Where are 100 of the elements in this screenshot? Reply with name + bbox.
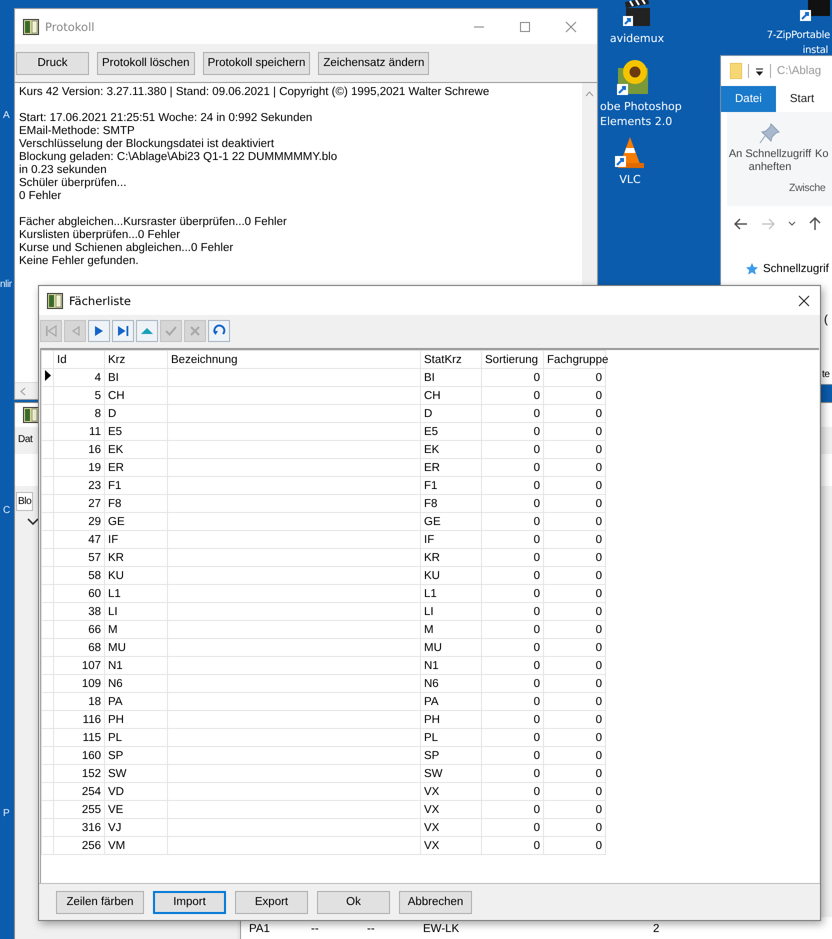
dialog-button[interactable]: Zeilen färben (56, 890, 144, 914)
last-button[interactable] (112, 320, 134, 342)
table-cell: 0 (482, 566, 544, 584)
app-icon (23, 407, 39, 423)
dialog-button[interactable]: Export (235, 890, 308, 914)
dialog-button[interactable]: Abbrechen (399, 890, 472, 914)
ribbon-button[interactable]: Ko (815, 148, 828, 160)
desktop-icon-label[interactable]: nlir (0, 279, 12, 290)
toolbar-button[interactable]: Protokoll löschen (97, 52, 195, 74)
window-title: Protokoll (45, 20, 94, 34)
pin-icon (759, 122, 781, 144)
back-arrow-icon[interactable] (734, 218, 748, 230)
table-cell: 27 (54, 494, 104, 512)
dialog-button[interactable]: Ok (317, 890, 390, 914)
insert-button[interactable] (136, 320, 158, 342)
column-header[interactable]: Fachgruppe (544, 350, 606, 368)
table-cell: VM (104, 836, 168, 854)
clapperboard-icon[interactable] (621, 0, 653, 28)
table-cell: M (104, 620, 168, 638)
table-cell: 254 (54, 782, 104, 800)
table-cell: VE (104, 800, 168, 818)
desktop-icon-label[interactable]: instal (802, 43, 828, 58)
log-line: Keine Fehler gefunden. (19, 255, 140, 268)
table-cell: 18 (54, 692, 104, 710)
desktop-icon-label[interactable]: A (3, 110, 10, 121)
star-icon (745, 262, 759, 276)
column-header[interactable]: StatKrz (420, 350, 482, 368)
sunflower-icon[interactable] (615, 58, 651, 96)
desktop-icon-label[interactable]: C (3, 505, 10, 516)
table-cell: SP (104, 746, 168, 764)
table-cell: VX (420, 836, 482, 854)
table-cell: 0 (544, 386, 606, 404)
table-cell: 0 (544, 710, 606, 728)
column-header[interactable]: Id (54, 350, 104, 368)
table-cell: SW (104, 764, 168, 782)
menu-item[interactable]: Dat (18, 433, 32, 447)
dialog-button[interactable]: Import (153, 890, 226, 914)
table-cell-text: EW-LK (423, 923, 460, 935)
up-arrow-icon[interactable] (809, 217, 821, 231)
log-line: EMail-Methode: SMTP (19, 125, 136, 138)
table-cell: 152 (54, 764, 104, 782)
refresh-button[interactable] (208, 320, 230, 342)
table-cell: 0 (544, 746, 606, 764)
ribbon-tab[interactable]: Datei (721, 86, 776, 112)
table-cell: 0 (544, 620, 606, 638)
table-cell-text: -- (311, 923, 320, 935)
table-cell: 116 (54, 710, 104, 728)
table-cell: 0 (482, 404, 544, 422)
table-cell: 38 (54, 602, 104, 620)
tab[interactable]: Blo (16, 492, 34, 511)
next-button[interactable] (88, 320, 110, 342)
table-cell: 0 (482, 692, 544, 710)
table-cell: 0 (544, 566, 606, 584)
table-cell: F8 (420, 494, 482, 512)
app-icon (47, 292, 63, 308)
table-cell: 0 (544, 512, 606, 530)
desktop-icon-label[interactable]: avidemux (610, 31, 664, 46)
toolbar-button[interactable]: Zeichensatz ändern (318, 52, 430, 74)
column-header[interactable]: Sortierung (482, 350, 544, 368)
table-cell: 8 (54, 404, 104, 422)
nav-item[interactable]: Schnellzugrif (745, 262, 832, 276)
table-cell: ER (420, 458, 482, 476)
log-line: Kurse und Schienen abgleichen...0 Fehler (19, 242, 234, 255)
table-cell: BI (104, 368, 168, 386)
table-cell: 0 (544, 728, 606, 746)
table-cell: 0 (544, 422, 606, 440)
table-cell: 109 (54, 674, 104, 692)
table-cell-text: -- (367, 923, 376, 935)
table-cell: 0 (544, 368, 606, 386)
maximize-icon[interactable] (519, 20, 531, 32)
table-cell: ER (104, 458, 168, 476)
column-header[interactable]: Krz (104, 350, 168, 368)
log-line: in 0.23 sekunden (19, 164, 108, 177)
desktop-icon-label[interactable]: obe Photoshop (600, 99, 682, 114)
table-cell: CH (420, 386, 482, 404)
desktop-icon-label[interactable]: 7-ZipPortable (766, 28, 830, 43)
chevron-down-icon[interactable] (788, 221, 796, 227)
chevron-down-icon[interactable] (27, 518, 39, 526)
ribbon-tab[interactable]: Start (776, 86, 828, 112)
table-cell: IF (420, 530, 482, 548)
dropdown-icon[interactable] (755, 66, 764, 76)
desktop-icon-label[interactable]: VLC (619, 172, 641, 187)
column-header[interactable]: Bezeichnung (168, 350, 420, 368)
traffic-cone-icon[interactable] (613, 136, 647, 170)
table-cell: L1 (104, 584, 168, 602)
row-pointer-icon (45, 370, 51, 380)
desktop-icon-label[interactable]: Elements 2.0 (600, 114, 672, 129)
pin-button[interactable]: An Schnellzugriff anheften (727, 122, 813, 174)
table-cell: KR (104, 548, 168, 566)
toolbar-button[interactable]: Druck (16, 52, 89, 74)
close-icon[interactable] (798, 294, 810, 306)
table-cell: LI (420, 602, 482, 620)
folder-icon (730, 63, 742, 79)
table-cell: BI (420, 368, 482, 386)
table-cell: 0 (482, 458, 544, 476)
desktop-icon-label[interactable]: P (3, 808, 10, 819)
toolbar-button[interactable]: Protokoll speichern (202, 52, 310, 74)
table-cell: 0 (544, 584, 606, 602)
archive-icon[interactable] (798, 0, 830, 22)
table-cell: 66 (54, 620, 104, 638)
